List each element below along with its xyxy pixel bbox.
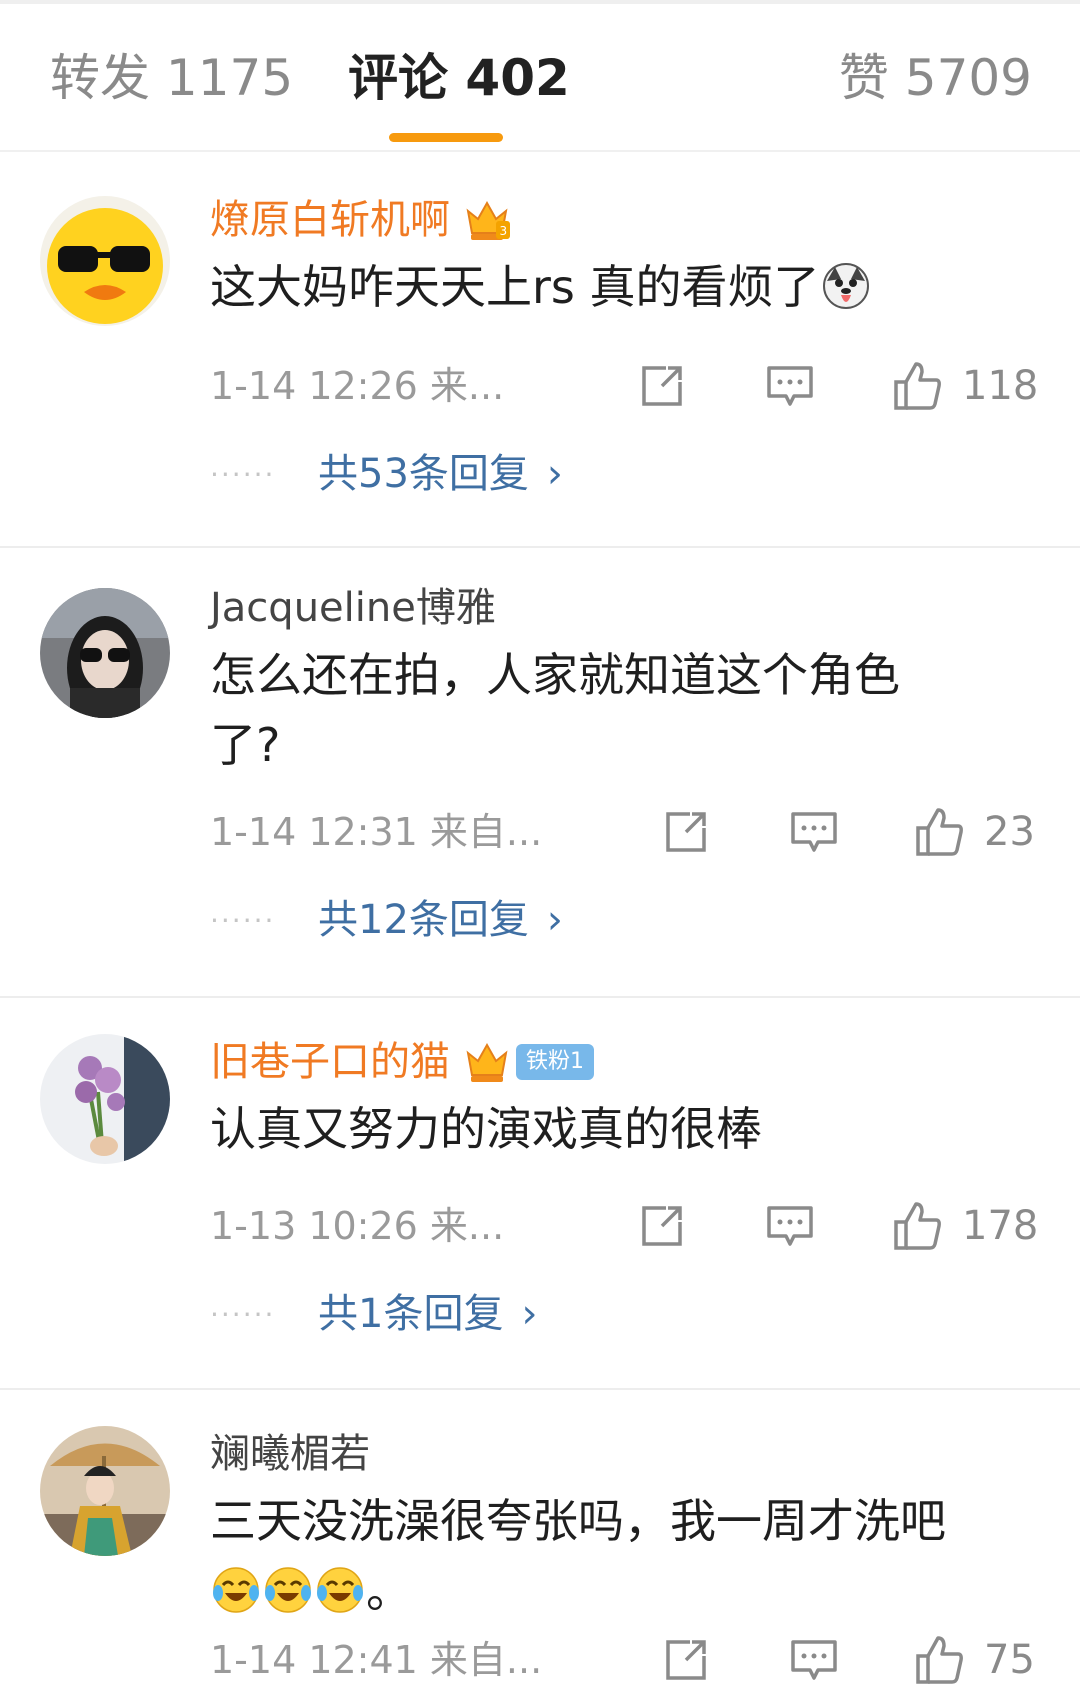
share-button[interactable]: [660, 802, 712, 862]
reply-button[interactable]: [788, 802, 840, 862]
username[interactable]: 燎原白斩机啊: [210, 192, 450, 248]
like-count: 23: [984, 809, 1035, 855]
thumbs-up-icon: [894, 362, 941, 410]
comment-text: 这大妈咋天天上rs 真的看烦了: [210, 252, 1030, 322]
reply-dots: ······: [210, 457, 276, 491]
vip-crown-icon: [462, 1039, 512, 1085]
like-count: 118: [962, 363, 1039, 409]
comment-item: 燎原白斩机啊 3 这大妈咋天天上rs 真的看烦了 1-14 12:26 来...…: [0, 152, 1080, 548]
comment-item: 旧巷子口的猫 铁粉1 认真又努力的演戏真的很棒 1-13 10:26 来... …: [0, 998, 1080, 1390]
comment-meta: 1-14 12:26 来...: [210, 364, 505, 408]
avatar[interactable]: [40, 1034, 170, 1164]
share-button[interactable]: [636, 356, 688, 416]
dog-tongue-emoji: [821, 261, 871, 311]
thumbs-up-icon: [894, 1202, 941, 1250]
comment-item: Jacqueline博雅 怎么还在拍，人家就知道这个角色 了? 1-14 12:…: [0, 548, 1080, 998]
comment-icon: [767, 366, 813, 406]
thumbs-up-icon: [916, 808, 963, 856]
avatar[interactable]: [40, 588, 170, 718]
comment-icon: [767, 1206, 813, 1246]
username[interactable]: 斓曦楣若: [210, 1426, 370, 1482]
comment-meta: 1-14 12:41 来自...: [210, 1638, 543, 1682]
comment-icon: [791, 812, 837, 852]
username-row: 旧巷子口的猫 铁粉1: [210, 1034, 594, 1090]
like-count: 178: [962, 1203, 1039, 1249]
like-button[interactable]: 23: [914, 802, 1035, 862]
chevron-right-icon: ›: [546, 897, 563, 943]
comment-text: 怎么还在拍，人家就知道这个角色 了?: [210, 648, 900, 772]
view-replies-link[interactable]: ······ 共53条回复 ›: [210, 444, 563, 504]
comment-text: 三天没洗澡很夸张吗，我一周才洗吧 。: [210, 1494, 946, 1618]
avatar[interactable]: [40, 1426, 170, 1556]
comment-item: 斓曦楣若 三天没洗澡很夸张吗，我一周才洗吧 。 1-14 12:41 来自...…: [0, 1390, 1080, 1704]
share-icon: [666, 812, 706, 852]
share-button[interactable]: [636, 1196, 688, 1256]
tab-bar: 转发 1175 评论 402 赞 5709: [0, 0, 1080, 152]
vip-crown-icon: 3: [462, 197, 512, 243]
comment-meta: 1-14 12:31 来自...: [210, 810, 543, 854]
reply-dots: ······: [210, 903, 276, 937]
svg-text:3: 3: [500, 224, 508, 238]
crying-laughing-emoji: [263, 1565, 313, 1615]
tab-repost[interactable]: 转发 1175: [50, 46, 293, 110]
reply-button[interactable]: [788, 1630, 840, 1690]
like-count: 75: [984, 1637, 1035, 1683]
reply-count-text: 共1条回复: [318, 1291, 504, 1337]
crying-laughing-emoji: [211, 1565, 261, 1615]
share-button[interactable]: [660, 1630, 712, 1690]
comment-text: 认真又努力的演戏真的很棒: [210, 1102, 762, 1156]
tab-comment[interactable]: 评论 402: [348, 46, 570, 110]
comment-icon: [791, 1640, 837, 1680]
username-row: 斓曦楣若: [210, 1426, 370, 1482]
share-icon: [642, 1206, 682, 1246]
username[interactable]: 旧巷子口的猫: [210, 1034, 450, 1090]
like-button[interactable]: 178: [892, 1196, 1038, 1256]
reply-count-text: 共12条回复: [318, 897, 529, 943]
tab-like[interactable]: 赞 5709: [839, 46, 1032, 110]
username[interactable]: Jacqueline博雅: [210, 580, 496, 636]
username-row: 燎原白斩机啊 3: [210, 192, 512, 248]
active-tab-indicator: [389, 133, 503, 142]
chevron-right-icon: ›: [521, 1291, 538, 1337]
thumbs-up-icon: [916, 1636, 963, 1684]
reply-dots: ······: [210, 1297, 276, 1331]
crying-laughing-emoji: [315, 1565, 365, 1615]
username-row: Jacqueline博雅: [210, 580, 496, 636]
view-replies-link[interactable]: ······ 共1条回复 ›: [210, 1284, 537, 1344]
view-replies-link[interactable]: ······ 共12条回复 ›: [210, 890, 563, 950]
share-icon: [666, 1640, 706, 1680]
share-icon: [642, 366, 682, 406]
reply-button[interactable]: [764, 1196, 816, 1256]
fan-level-badge: 铁粉1: [516, 1044, 594, 1080]
reply-button[interactable]: [764, 356, 816, 416]
like-button[interactable]: 75: [914, 1630, 1035, 1690]
comment-meta: 1-13 10:26 来...: [210, 1204, 505, 1248]
avatar[interactable]: [40, 196, 170, 326]
like-button[interactable]: 118: [892, 356, 1038, 416]
chevron-right-icon: ›: [546, 451, 563, 497]
reply-count-text: 共53条回复: [318, 451, 529, 497]
